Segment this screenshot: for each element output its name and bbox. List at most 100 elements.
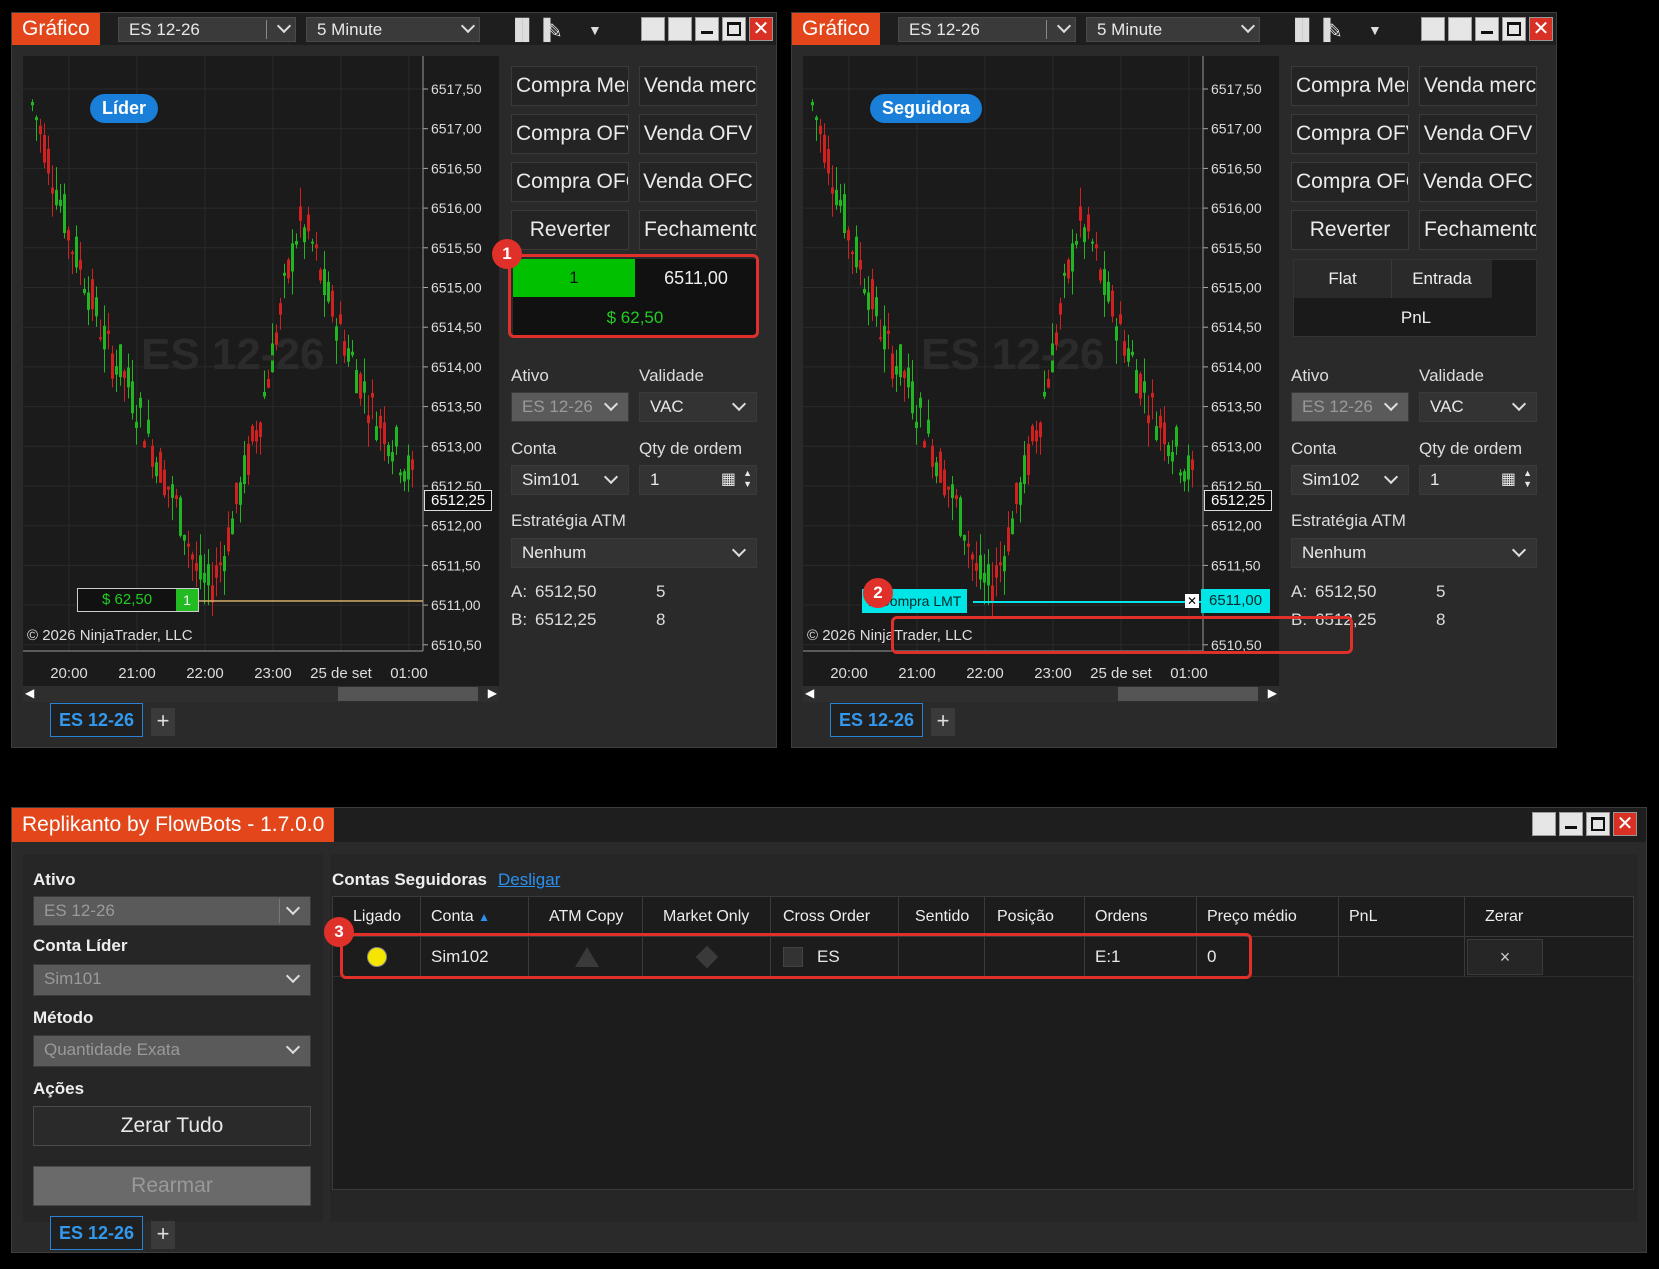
close-position-button[interactable]: Fechamento (1419, 210, 1537, 250)
tile-button-2[interactable] (668, 17, 692, 41)
timeframe-selector[interactable]: 5 Minute (306, 17, 480, 42)
dropdown-arrow-icon[interactable]: ▼ (588, 22, 602, 38)
minimize-button[interactable] (695, 17, 719, 41)
col-pnl[interactable]: PnL (1339, 897, 1465, 937)
sell-ofc-button[interactable]: Venda OFC (639, 162, 757, 202)
scroll-right-icon[interactable]: ▶ (1268, 686, 1277, 700)
qty-stepper[interactable]: 1 ▦ ▲ ▼ (1419, 465, 1537, 495)
dropdown-arrow-icon[interactable]: ▼ (1368, 22, 1382, 38)
scroll-thumb[interactable] (338, 687, 478, 701)
candle-body (1023, 455, 1026, 484)
atm-select[interactable]: Nenhum (511, 538, 757, 568)
zerar-tudo-button[interactable]: Zerar Tudo (33, 1106, 311, 1146)
col-atm-copy[interactable]: ATM Copy (529, 897, 643, 937)
conta-select[interactable]: Sim102 (1291, 465, 1409, 495)
instrument-selector[interactable]: ES 12-26 (898, 17, 1076, 42)
horizontal-scrollbar[interactable]: ◀ ▶ (23, 686, 499, 702)
sell-ofc-button[interactable]: Venda OFC (1419, 162, 1537, 202)
pending-order-line[interactable] (973, 601, 1203, 603)
title-bar[interactable]: Replikanto by FlowBots - 1.7.0.0 ✕ (12, 808, 1646, 842)
title-bar[interactable]: Gráfico ES 12-26 5 Minute ▐▌▐ ✎ ▼ ✕ (792, 13, 1556, 45)
bar-style-icon[interactable]: ▐▌▐ (508, 19, 551, 42)
bid-size: 8 (1436, 610, 1446, 629)
candle-body (863, 288, 866, 294)
tile-button[interactable] (1421, 17, 1445, 41)
chart-tab[interactable]: ES 12-26 (50, 703, 144, 737)
col-preco-medio[interactable]: Preço médio (1197, 897, 1339, 937)
replikanto-tab[interactable]: ES 12-26 (50, 1216, 144, 1250)
col-posicao[interactable]: Posição (985, 897, 1085, 937)
close-position-button[interactable]: Fechamento (639, 210, 757, 250)
col-ordens[interactable]: Ordens (1085, 897, 1197, 937)
reverse-button[interactable]: Reverter (1291, 210, 1409, 250)
atm-select[interactable]: Nenhum (1291, 538, 1537, 568)
buy-market-button[interactable]: Compra Mer (1291, 66, 1409, 106)
col-zerar[interactable]: Zerar (1465, 897, 1635, 937)
chart-tab[interactable]: ES 12-26 (830, 703, 924, 737)
sell-market-button[interactable]: Venda merc (1419, 66, 1537, 106)
calculator-icon[interactable]: ▦ (1501, 466, 1516, 494)
candle-body (1115, 326, 1118, 341)
sell-market-button[interactable]: Venda merc (639, 66, 757, 106)
drawing-tool-icon[interactable]: ✎ (546, 19, 563, 44)
candle-body (835, 189, 838, 206)
validade-select[interactable]: VAC (1419, 392, 1537, 422)
last-price-flag: 6512,25 (424, 490, 493, 511)
candle-body (399, 472, 402, 476)
tile-button[interactable] (1532, 812, 1556, 836)
timeframe-selector[interactable]: 5 Minute (1086, 17, 1260, 42)
scroll-thumb[interactable] (1118, 687, 1258, 701)
stepper-arrows-icon[interactable]: ▲ ▼ (1523, 468, 1532, 490)
sell-ofv-button[interactable]: Venda OFV (1419, 114, 1537, 154)
position-marker[interactable]: $ 62,50 1 (77, 588, 199, 612)
maximize-button[interactable] (722, 17, 746, 41)
buy-market-button[interactable]: Compra Mer (511, 66, 629, 106)
zerar-button[interactable]: × (1467, 939, 1543, 975)
reverse-button[interactable]: Reverter (511, 210, 629, 250)
desligar-link[interactable]: Desligar (498, 870, 560, 890)
y-tick-label: 6516,50 (1211, 160, 1262, 176)
horizontal-scrollbar[interactable]: ◀ ▶ (803, 686, 1279, 702)
instrument-selector[interactable]: ES 12-26 (118, 17, 296, 42)
maximize-button[interactable] (1586, 812, 1610, 836)
candle-body (391, 452, 394, 462)
sell-ofv-button[interactable]: Venda OFV (639, 114, 757, 154)
calculator-icon[interactable]: ▦ (721, 466, 736, 494)
col-sentido[interactable]: Sentido (899, 897, 985, 937)
scroll-right-icon[interactable]: ▶ (488, 686, 497, 700)
scroll-left-icon[interactable]: ◀ (805, 686, 814, 700)
candle-body (143, 441, 146, 448)
add-tab-button[interactable]: + (931, 708, 955, 736)
close-button[interactable]: ✕ (749, 17, 773, 41)
candle-body (919, 397, 922, 408)
maximize-button[interactable] (1502, 17, 1526, 41)
tile-button[interactable] (641, 17, 665, 41)
col-cross-order[interactable]: Cross Order (771, 897, 899, 937)
tile-button-2[interactable] (1448, 17, 1472, 41)
buy-ofv-button[interactable]: Compra OFV (1291, 114, 1409, 154)
col-market-only[interactable]: Market Only (643, 897, 771, 937)
cancel-order-icon[interactable]: ✕ (1185, 594, 1199, 608)
bar-style-icon[interactable]: ▐▌▐ (1288, 19, 1331, 42)
scroll-left-icon[interactable]: ◀ (25, 686, 34, 700)
drawing-tool-icon[interactable]: ✎ (1326, 19, 1343, 44)
close-button[interactable]: ✕ (1613, 812, 1637, 836)
add-tab-button[interactable]: + (151, 1221, 175, 1249)
stepper-arrows-icon[interactable]: ▲ ▼ (743, 468, 752, 490)
chart-panel[interactable]: 6517,50 6517,00 6516,50 6516,00 6515,50 6515,… (23, 56, 499, 686)
buy-ofv-button[interactable]: Compra OFV (511, 114, 629, 154)
conta-select[interactable]: Sim101 (511, 465, 629, 495)
y-tick-label: 6514,50 (1211, 319, 1262, 335)
close-button[interactable]: ✕ (1529, 17, 1553, 41)
buy-ofc-button[interactable]: Compra OFC (1291, 162, 1409, 202)
buy-ofc-button[interactable]: Compra OFC (511, 162, 629, 202)
title-bar[interactable]: Gráfico ES 12-26 5 Minute ▐▌▐ ✎ ▼ ✕ (12, 13, 776, 45)
minimize-button[interactable] (1475, 17, 1499, 41)
col-conta[interactable]: Conta ▲ (421, 897, 529, 937)
qty-stepper[interactable]: 1 ▦ ▲ ▼ (639, 465, 757, 495)
validade-select[interactable]: VAC (639, 392, 757, 422)
x-tick-label: 25 de set (1090, 665, 1153, 682)
minimize-button[interactable] (1559, 812, 1583, 836)
y-tick-label: 6510,50 (431, 637, 482, 653)
add-tab-button[interactable]: + (151, 708, 175, 736)
